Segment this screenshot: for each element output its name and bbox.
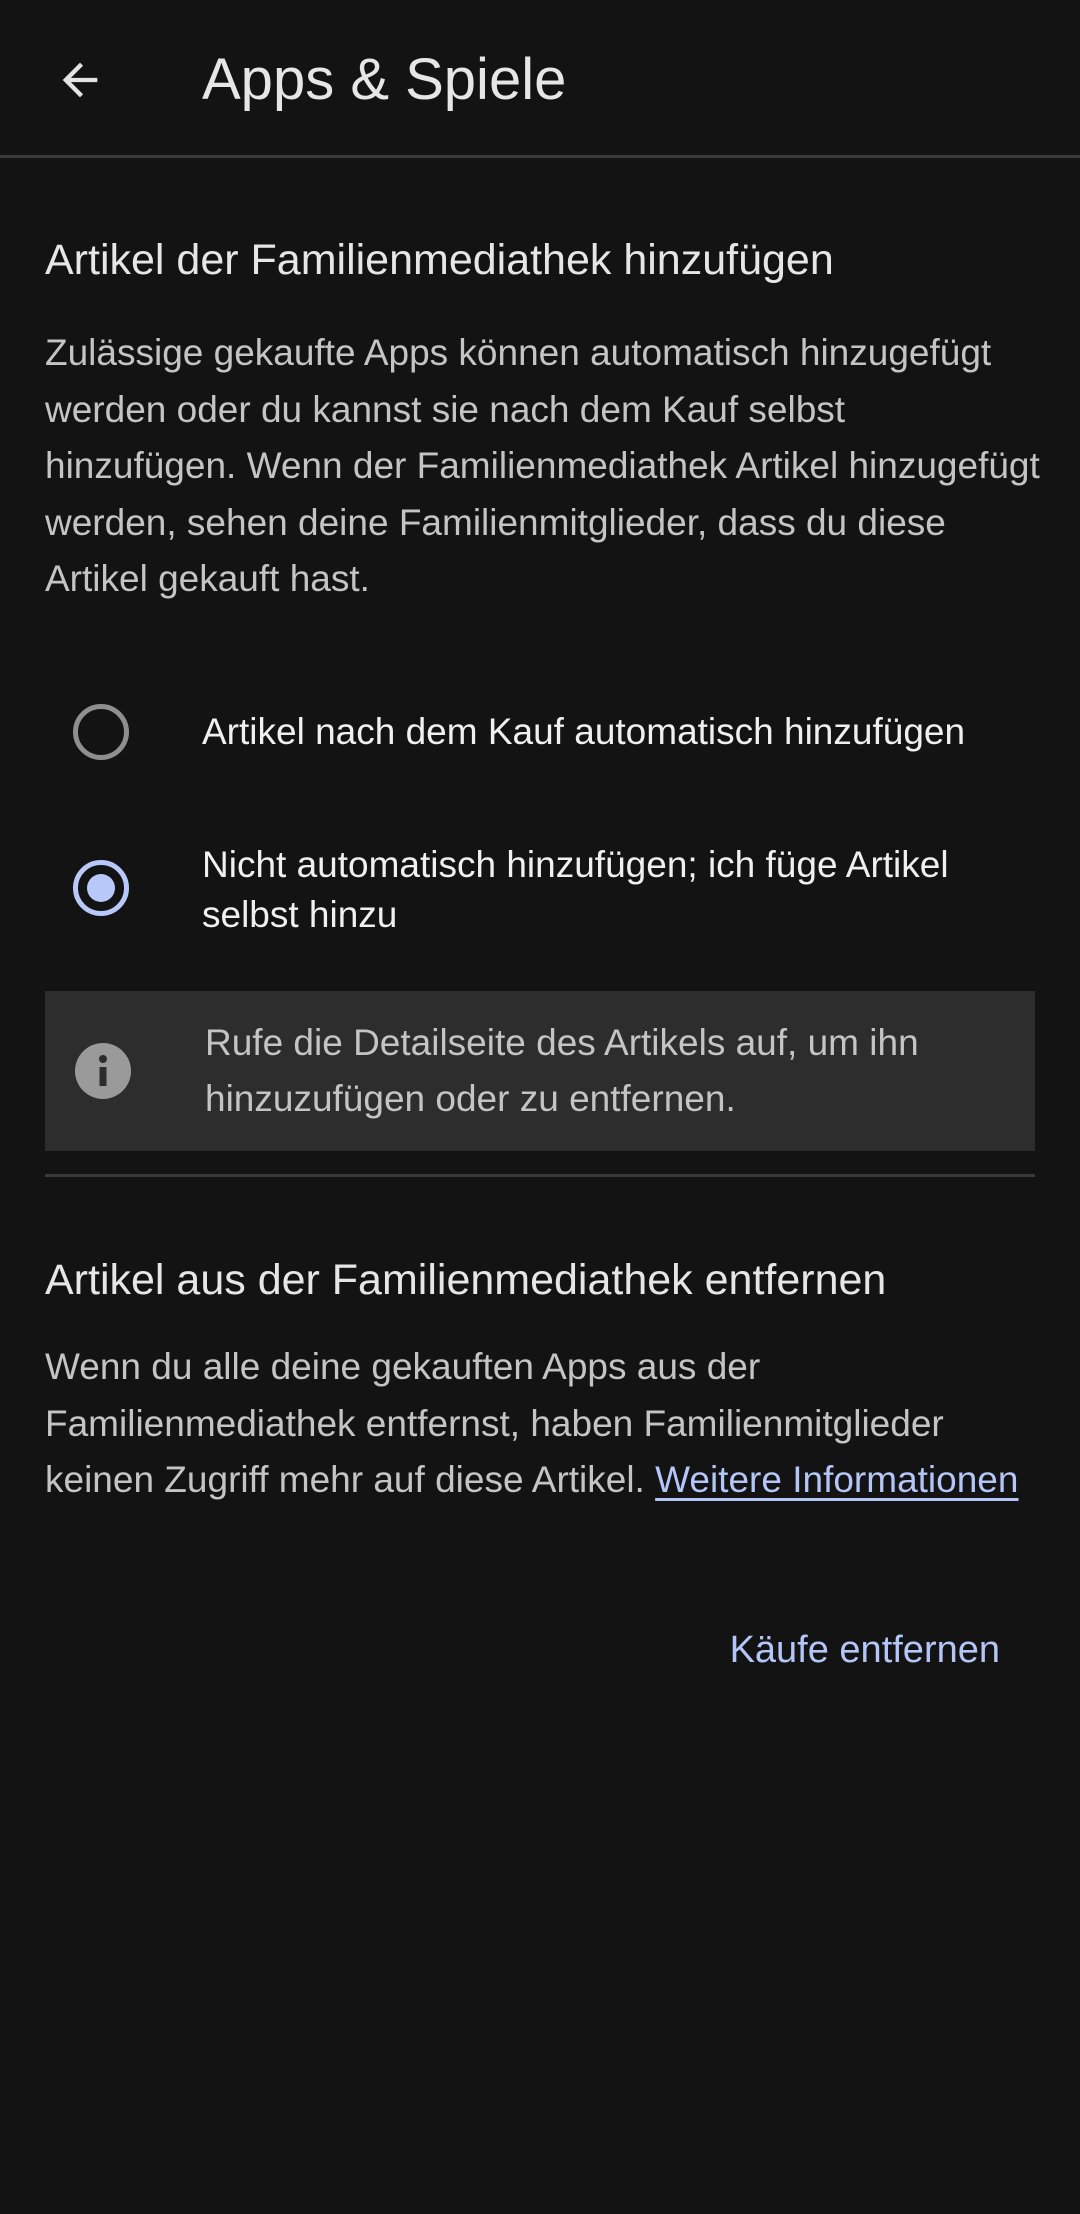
arrow-back-icon bbox=[62, 62, 98, 98]
info-icon bbox=[75, 1043, 131, 1099]
page-title: Apps & Spiele bbox=[202, 47, 567, 112]
remove-section-title: Artikel aus der Familienmediathek entfer… bbox=[45, 1256, 887, 1304]
remove-purchases-button[interactable]: Käufe entfernen bbox=[730, 1620, 1000, 1680]
info-text: Rufe die Detailseite des Artikels auf, u… bbox=[205, 1022, 919, 1119]
add-section-title: Artikel der Familienmediathek hinzufügen bbox=[45, 236, 834, 284]
radio-option-manual-add[interactable]: Nicht automatisch hinzufügen; ich füge A… bbox=[0, 840, 1080, 960]
radio-button-manual-add[interactable] bbox=[73, 860, 129, 916]
radio-option-auto-add[interactable]: Artikel nach dem Kauf automatisch hinzuf… bbox=[0, 700, 1080, 820]
learn-more-link[interactable]: Weitere Informationen bbox=[655, 1459, 1018, 1500]
app-bar: Apps & Spiele bbox=[0, 0, 1080, 158]
radio-button-auto-add[interactable] bbox=[73, 704, 129, 760]
radio-label-auto-add: Artikel nach dem Kauf automatisch hinzuf… bbox=[202, 711, 966, 752]
radio-label-manual-add: Nicht automatisch hinzufügen; ich füge A… bbox=[202, 844, 949, 935]
back-button[interactable] bbox=[40, 40, 120, 120]
info-box: Rufe die Detailseite des Artikels auf, u… bbox=[45, 991, 1035, 1151]
remove-section-description: Wenn du alle deine gekauften Apps aus de… bbox=[45, 1339, 1045, 1509]
section-divider bbox=[45, 1174, 1035, 1177]
add-section-description: Zulässige gekaufte Apps können automatis… bbox=[45, 332, 1040, 599]
